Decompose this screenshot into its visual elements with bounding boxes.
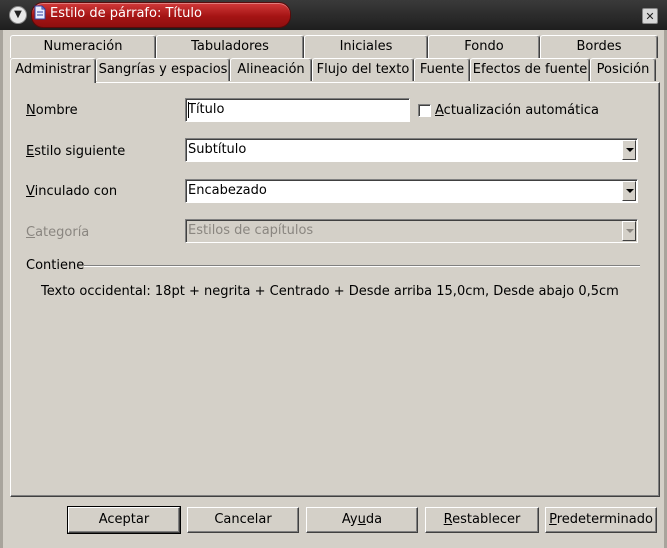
tab-label: Flujo del texto bbox=[316, 62, 410, 77]
next-style-label: Estilo siguiente bbox=[26, 144, 126, 159]
tab-posicion[interactable]: Posición bbox=[590, 58, 656, 81]
separator bbox=[84, 265, 640, 267]
window-title: Estilo de párrafo: Título bbox=[50, 6, 202, 21]
autoupdate-checkbox[interactable] bbox=[418, 104, 431, 117]
linked-value: Encabezado bbox=[188, 183, 267, 198]
text-cursor bbox=[188, 102, 189, 118]
cancel-button[interactable]: Cancelar bbox=[187, 507, 299, 533]
tab-label: Fuente bbox=[419, 62, 465, 77]
ok-label: Aceptar bbox=[98, 512, 150, 527]
tab-label: Administrar bbox=[15, 62, 91, 77]
tab-label: Iniciales bbox=[339, 39, 393, 54]
chevron-down-icon bbox=[622, 221, 636, 241]
tab-label: Posición bbox=[596, 62, 650, 77]
next-style-select[interactable]: Subtítulo bbox=[185, 138, 638, 162]
chevron-down-icon[interactable] bbox=[622, 181, 636, 201]
tab-fondo[interactable]: Fondo bbox=[428, 35, 540, 58]
standard-label: Predeterminado bbox=[549, 512, 653, 527]
window-menu-button[interactable]: ▼ bbox=[9, 6, 27, 24]
name-value: Título bbox=[188, 102, 225, 117]
linked-label: Vinculado con bbox=[26, 184, 118, 199]
chevron-down-icon[interactable] bbox=[622, 140, 636, 160]
standard-button[interactable]: Predeterminado bbox=[545, 507, 657, 533]
next-style-value: Subtítulo bbox=[188, 142, 247, 157]
category-select: Estilos de capítulos bbox=[185, 219, 638, 243]
help-label: Ayuda bbox=[341, 512, 383, 527]
tab-label: Fondo bbox=[464, 39, 504, 54]
reset-button[interactable]: Restablecer bbox=[425, 507, 539, 533]
name-input[interactable]: Título bbox=[185, 98, 410, 122]
tab-efectos-fuente[interactable]: Efectos de fuente bbox=[470, 58, 590, 81]
tab-label: Sangrías y espacios bbox=[98, 62, 228, 77]
category-label: Categoría bbox=[26, 225, 90, 240]
tab-flujo-texto[interactable]: Flujo del texto bbox=[312, 58, 414, 81]
window-frame bbox=[0, 30, 3, 548]
contains-heading: Contiene bbox=[26, 258, 85, 273]
cancel-label: Cancelar bbox=[214, 512, 272, 527]
tab-bordes[interactable]: Bordes bbox=[540, 35, 658, 58]
tab-label: Numeración bbox=[43, 39, 123, 54]
ok-button[interactable]: Aceptar bbox=[67, 506, 181, 534]
tab-label: Tabuladores bbox=[191, 39, 269, 54]
tab-administrar[interactable]: Administrar bbox=[10, 58, 96, 83]
document-icon bbox=[34, 5, 46, 20]
help-button[interactable]: Ayuda bbox=[306, 507, 418, 533]
tab-numeracion[interactable]: Numeración bbox=[10, 35, 156, 58]
tab-iniciales[interactable]: Iniciales bbox=[304, 35, 428, 58]
reset-label: Restablecer bbox=[443, 512, 521, 527]
tab-fuente[interactable]: Fuente bbox=[414, 58, 470, 81]
tab-label: Efectos de fuente bbox=[472, 62, 588, 77]
autoupdate-label: Actualización automática bbox=[435, 103, 599, 118]
tab-tabuladores[interactable]: Tabuladores bbox=[156, 35, 304, 58]
tab-label: Bordes bbox=[576, 39, 622, 54]
name-label: Nombre bbox=[26, 103, 78, 118]
tab-label: Alineación bbox=[237, 62, 305, 77]
tab-sangrias-espacios[interactable]: Sangrías y espacios bbox=[96, 58, 230, 81]
category-value: Estilos de capítulos bbox=[188, 223, 314, 238]
tab-alineacion[interactable]: Alineación bbox=[230, 58, 312, 81]
close-button[interactable]: ✕ bbox=[642, 8, 658, 24]
chevron-down-icon: ▼ bbox=[14, 9, 22, 20]
contains-text: Texto occidental: 18pt + negrita + Centr… bbox=[41, 284, 619, 299]
close-icon: ✕ bbox=[645, 9, 655, 23]
linked-select[interactable]: Encabezado bbox=[185, 179, 638, 203]
